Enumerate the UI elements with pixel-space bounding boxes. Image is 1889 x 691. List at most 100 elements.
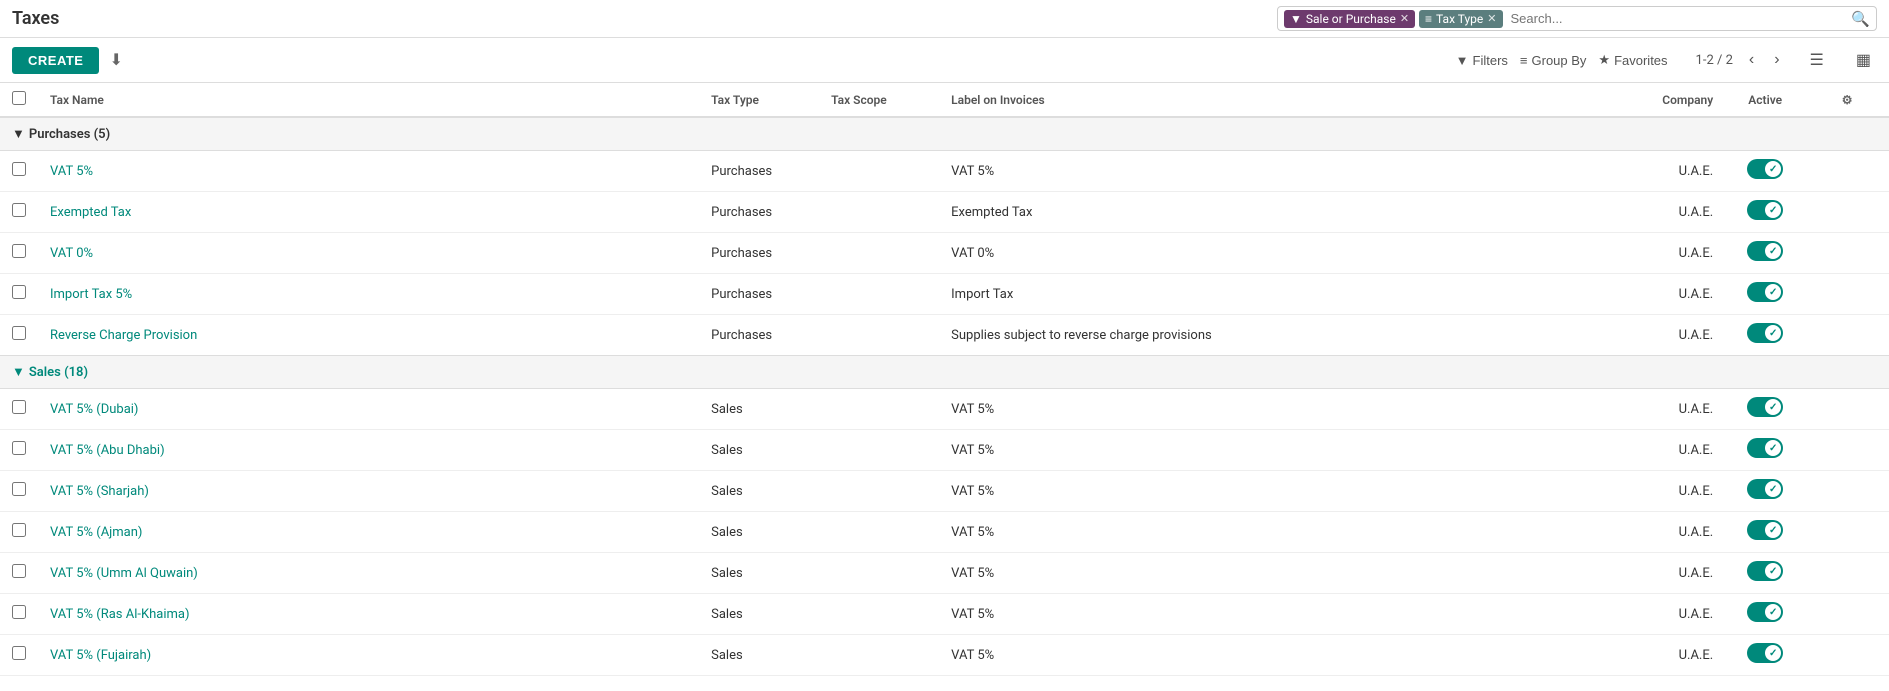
row-checkbox[interactable] <box>12 441 26 455</box>
row-checkbox-cell[interactable] <box>0 471 38 512</box>
cell-label: VAT 0% <box>939 233 1625 274</box>
active-toggle[interactable]: ✓ <box>1747 520 1783 540</box>
filter-tax-type-close[interactable]: ✕ <box>1487 12 1496 25</box>
row-checkbox[interactable] <box>12 523 26 537</box>
cell-tax-name: VAT 5% (Sharjah) <box>38 471 699 512</box>
search-icon-button[interactable]: 🔍 <box>1851 10 1870 28</box>
cell-company: U.A.E. <box>1625 315 1725 356</box>
table-row[interactable]: Exempted Tax Purchases Exempted Tax U.A.… <box>0 192 1889 233</box>
prev-page-button[interactable]: ‹ <box>1745 49 1758 71</box>
filter-tag-tax-type[interactable]: ≡ Tax Type ✕ <box>1419 10 1502 28</box>
group-toggle-icon[interactable]: ▼ <box>12 127 25 142</box>
row-checkbox-cell[interactable] <box>0 594 38 635</box>
active-toggle[interactable]: ✓ <box>1747 602 1783 622</box>
cell-active[interactable]: ✓ <box>1725 553 1805 594</box>
search-input[interactable] <box>1507 9 1852 28</box>
cell-active[interactable]: ✓ <box>1725 315 1805 356</box>
group-by-button[interactable]: ≡ Group By <box>1520 53 1587 68</box>
active-toggle[interactable]: ✓ <box>1747 397 1783 417</box>
active-toggle[interactable]: ✓ <box>1747 282 1783 302</box>
row-checkbox[interactable] <box>12 244 26 258</box>
active-toggle[interactable]: ✓ <box>1747 479 1783 499</box>
cell-active[interactable]: ✓ <box>1725 594 1805 635</box>
cell-tax-scope <box>819 512 939 553</box>
favorites-button[interactable]: ★ Favorites <box>1598 52 1667 68</box>
cell-active[interactable]: ✓ <box>1725 192 1805 233</box>
table-row[interactable]: Reverse Charge Provision Purchases Suppl… <box>0 315 1889 356</box>
filter-sale-purchase-close[interactable]: ✕ <box>1400 12 1409 25</box>
col-header-company: Company <box>1625 83 1725 117</box>
group-toggle-icon[interactable]: ▼ <box>12 365 25 380</box>
table-row[interactable]: VAT 5% (Ajman) Sales VAT 5% U.A.E. ✓ <box>0 512 1889 553</box>
table-row[interactable]: VAT 5% (Fujairah) Sales VAT 5% U.A.E. ✓ <box>0 635 1889 676</box>
table-row[interactable]: VAT 5% (Ras Al-Khaima) Sales VAT 5% U.A.… <box>0 594 1889 635</box>
cell-active[interactable]: ✓ <box>1725 430 1805 471</box>
row-checkbox[interactable] <box>12 162 26 176</box>
table-row[interactable]: VAT 5% Purchases VAT 5% U.A.E. ✓ <box>0 151 1889 192</box>
select-all-th[interactable] <box>0 83 38 117</box>
top-header: Taxes ▼ Sale or Purchase ✕ ≡ Tax Type ✕ … <box>0 0 1889 38</box>
cell-label: Import Tax <box>939 274 1625 315</box>
row-checkbox-cell[interactable] <box>0 389 38 430</box>
active-toggle[interactable]: ✓ <box>1747 438 1783 458</box>
cell-active[interactable]: ✓ <box>1725 471 1805 512</box>
toggle-knob: ✓ <box>1765 161 1781 177</box>
toggle-knob: ✓ <box>1765 522 1781 538</box>
filters-button[interactable]: ▼ Filters <box>1456 53 1508 68</box>
row-checkbox[interactable] <box>12 285 26 299</box>
kanban-view-button[interactable]: ▦ <box>1850 48 1877 72</box>
active-toggle[interactable]: ✓ <box>1747 200 1783 220</box>
row-checkbox[interactable] <box>12 605 26 619</box>
cell-active[interactable]: ✓ <box>1725 512 1805 553</box>
row-checkbox-cell[interactable] <box>0 553 38 594</box>
active-toggle[interactable]: ✓ <box>1747 561 1783 581</box>
row-checkbox-cell[interactable] <box>0 233 38 274</box>
download-button[interactable]: ⬇ <box>103 46 128 74</box>
cell-tax-scope <box>819 635 939 676</box>
toggle-knob: ✓ <box>1765 399 1781 415</box>
group-header-purchases[interactable]: ▼Purchases (5) <box>0 117 1889 151</box>
row-checkbox-cell[interactable] <box>0 430 38 471</box>
active-toggle[interactable]: ✓ <box>1747 159 1783 179</box>
group-header-sales[interactable]: ▼Sales (18) <box>0 356 1889 389</box>
toggle-knob: ✓ <box>1765 440 1781 456</box>
cell-active[interactable]: ✓ <box>1725 389 1805 430</box>
row-checkbox[interactable] <box>12 400 26 414</box>
select-all-checkbox[interactable] <box>12 91 26 105</box>
list-view-button[interactable]: ☰ <box>1804 48 1830 72</box>
table-row[interactable]: VAT 0% Purchases VAT 0% U.A.E. ✓ <box>0 233 1889 274</box>
col-header-tax-scope: Tax Scope <box>819 83 939 117</box>
cell-active[interactable]: ✓ <box>1725 233 1805 274</box>
row-checkbox-cell[interactable] <box>0 315 38 356</box>
row-checkbox[interactable] <box>12 203 26 217</box>
row-checkbox[interactable] <box>12 646 26 660</box>
cell-tax-type: Sales <box>699 430 819 471</box>
row-checkbox[interactable] <box>12 564 26 578</box>
layers-icon: ≡ <box>1425 12 1432 26</box>
next-page-button[interactable]: › <box>1770 49 1783 71</box>
row-checkbox[interactable] <box>12 482 26 496</box>
row-checkbox[interactable] <box>12 326 26 340</box>
row-checkbox-cell[interactable] <box>0 151 38 192</box>
funnel-icon: ▼ <box>1290 12 1302 26</box>
create-button[interactable]: CREATE <box>12 47 99 74</box>
table-row[interactable]: VAT 5% (Sharjah) Sales VAT 5% U.A.E. ✓ <box>0 471 1889 512</box>
table-row[interactable]: VAT 5% (Dubai) Sales VAT 5% U.A.E. ✓ <box>0 389 1889 430</box>
row-checkbox-cell[interactable] <box>0 512 38 553</box>
active-toggle[interactable]: ✓ <box>1747 643 1783 663</box>
cell-label: VAT 5% <box>939 512 1625 553</box>
active-toggle[interactable]: ✓ <box>1747 323 1783 343</box>
table-row[interactable]: VAT 5% (Abu Dhabi) Sales VAT 5% U.A.E. ✓ <box>0 430 1889 471</box>
cell-tax-name: VAT 0% <box>38 233 699 274</box>
col-settings-th[interactable]: ⚙ <box>1805 83 1889 117</box>
table-row[interactable]: Import Tax 5% Purchases Import Tax U.A.E… <box>0 274 1889 315</box>
table-row[interactable]: VAT 5% (Umm Al Quwain) Sales VAT 5% U.A.… <box>0 553 1889 594</box>
cell-active[interactable]: ✓ <box>1725 151 1805 192</box>
filter-tag-sale-purchase[interactable]: ▼ Sale or Purchase ✕ <box>1284 10 1415 28</box>
row-checkbox-cell[interactable] <box>0 274 38 315</box>
cell-active[interactable]: ✓ <box>1725 635 1805 676</box>
active-toggle[interactable]: ✓ <box>1747 241 1783 261</box>
row-checkbox-cell[interactable] <box>0 635 38 676</box>
row-checkbox-cell[interactable] <box>0 192 38 233</box>
cell-active[interactable]: ✓ <box>1725 274 1805 315</box>
